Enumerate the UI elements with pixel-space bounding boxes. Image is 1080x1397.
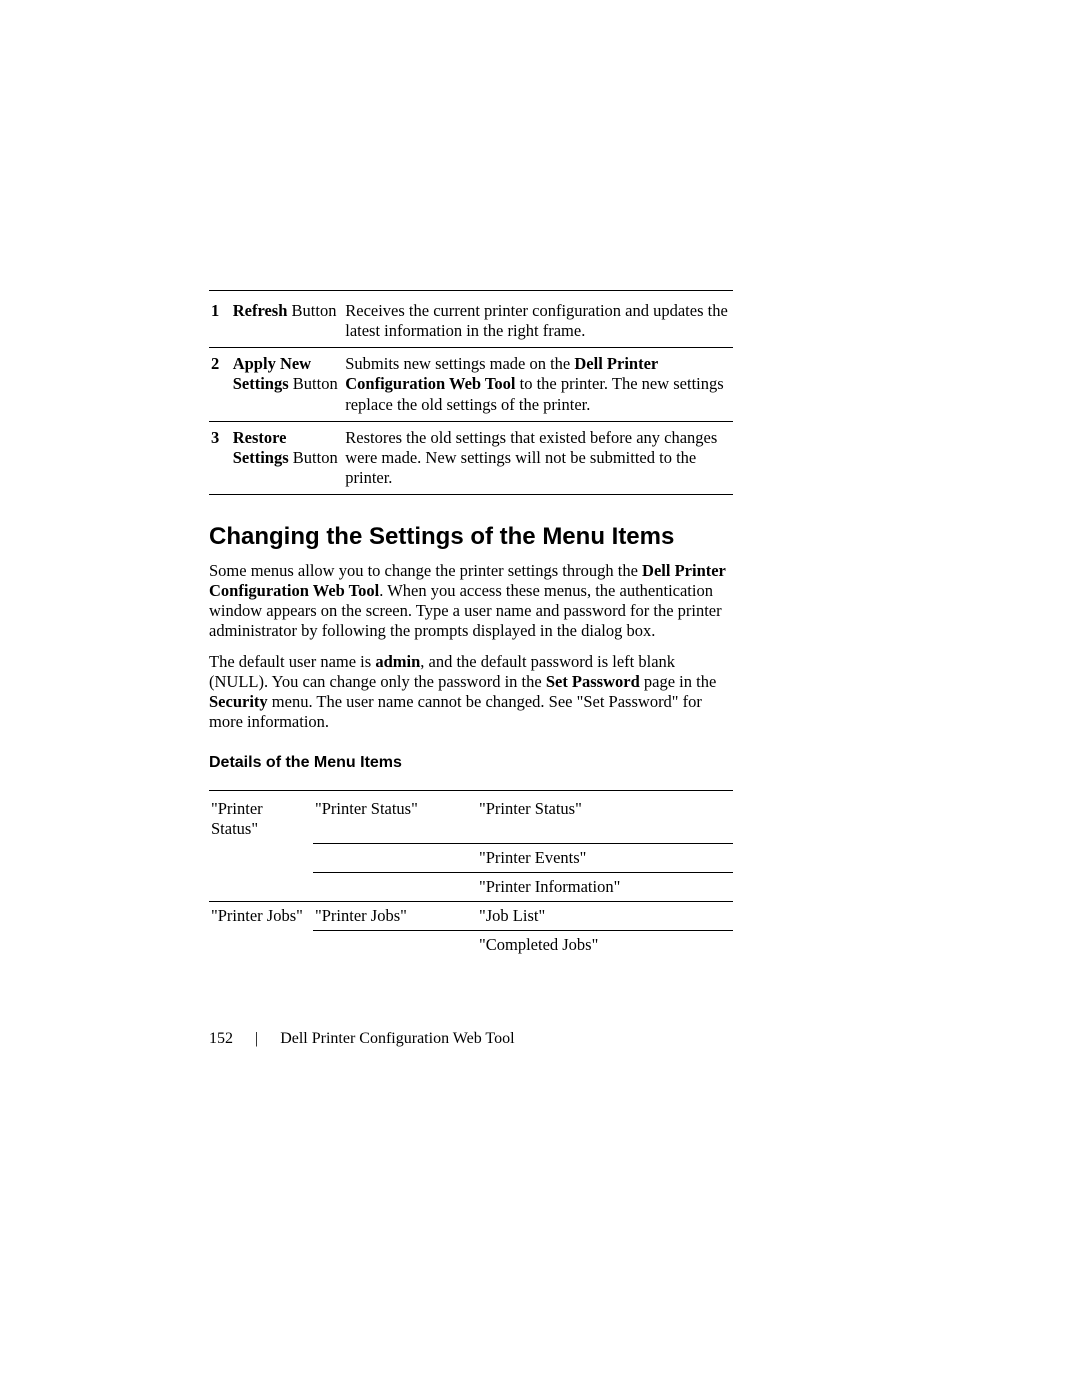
menu-col1 — [209, 843, 313, 872]
desc-text: Restores the old settings that existed b… — [345, 428, 717, 487]
body-bold: Security — [209, 692, 268, 711]
body-text: menu. The user name cannot be changed. S… — [209, 692, 702, 731]
menu-col1 — [209, 931, 313, 960]
table-top-rule — [209, 290, 733, 291]
row-number: 2 — [209, 348, 233, 421]
menu-col3: "Printer Status" — [477, 795, 733, 843]
menu-col2 — [313, 872, 477, 901]
menu-col3: "Printer Information" — [477, 872, 733, 901]
button-description: Receives the current printer configurati… — [345, 295, 733, 348]
table-row: "Printer Jobs" "Printer Jobs" "Job List" — [209, 902, 733, 931]
menu-col1: "Printer Jobs" — [209, 902, 313, 931]
button-description: Submits new settings made on the Dell Pr… — [345, 348, 733, 421]
button-description: Restores the old settings that existed b… — [345, 421, 733, 494]
row-number: 3 — [209, 421, 233, 494]
body-text: The default user name is — [209, 652, 375, 671]
page-number: 152 — [209, 1030, 233, 1048]
table-row: "Completed Jobs" — [209, 931, 733, 960]
table-row: 3 Restore Settings Button Restores the o… — [209, 421, 733, 494]
menu-col2: "Printer Jobs" — [313, 902, 477, 931]
desc-text: Submits new settings made on the — [345, 354, 574, 373]
button-name: Apply New Settings Button — [233, 348, 346, 421]
table-row: 2 Apply New Settings Button Submits new … — [209, 348, 733, 421]
button-name: Refresh Button — [233, 295, 346, 348]
menu-col2 — [313, 843, 477, 872]
table-row: "Printer Events" — [209, 843, 733, 872]
body-bold: admin — [375, 652, 420, 671]
button-name: Restore Settings Button — [233, 421, 346, 494]
button-name-rest: Button — [289, 374, 338, 393]
menu-col3: "Completed Jobs" — [477, 931, 733, 960]
row-number: 1 — [209, 295, 233, 348]
footer-separator: | — [255, 1030, 258, 1048]
page-footer: 152 | Dell Printer Configuration Web Too… — [209, 1030, 733, 1048]
section-heading: Changing the Settings of the Menu Items — [209, 523, 733, 551]
menu-col3: "Printer Events" — [477, 843, 733, 872]
button-name-bold: Refresh — [233, 301, 288, 320]
body-bold: Set Password — [546, 672, 640, 691]
body-paragraph: The default user name is admin, and the … — [209, 652, 733, 733]
button-name-rest: Button — [289, 448, 338, 467]
menu-table-wrapper: "Printer Status" "Printer Status" "Print… — [209, 790, 733, 959]
button-name-bold: Restore Settings — [233, 428, 289, 467]
document-page: 1 Refresh Button Receives the current pr… — [0, 0, 1080, 1397]
menu-col2: "Printer Status" — [313, 795, 477, 843]
body-text: Some menus allow you to change the print… — [209, 561, 642, 580]
table-row: "Printer Information" — [209, 872, 733, 901]
footer-title: Dell Printer Configuration Web Tool — [280, 1030, 514, 1048]
body-text: page in the — [640, 672, 717, 691]
button-name-rest: Button — [287, 301, 336, 320]
menu-details-table: "Printer Status" "Printer Status" "Print… — [209, 795, 733, 959]
page-content: 1 Refresh Button Receives the current pr… — [209, 290, 733, 959]
menu-col1 — [209, 872, 313, 901]
menu-col3: "Job List" — [477, 902, 733, 931]
body-paragraph: Some menus allow you to change the print… — [209, 561, 733, 642]
menu-col1: "Printer Status" — [209, 795, 313, 843]
table-row: "Printer Status" "Printer Status" "Print… — [209, 795, 733, 843]
table-row: 1 Refresh Button Receives the current pr… — [209, 295, 733, 348]
subsection-heading: Details of the Menu Items — [209, 754, 733, 772]
buttons-table: 1 Refresh Button Receives the current pr… — [209, 295, 733, 495]
menu-col2 — [313, 931, 477, 960]
desc-text: Receives the current printer configurati… — [345, 301, 728, 340]
